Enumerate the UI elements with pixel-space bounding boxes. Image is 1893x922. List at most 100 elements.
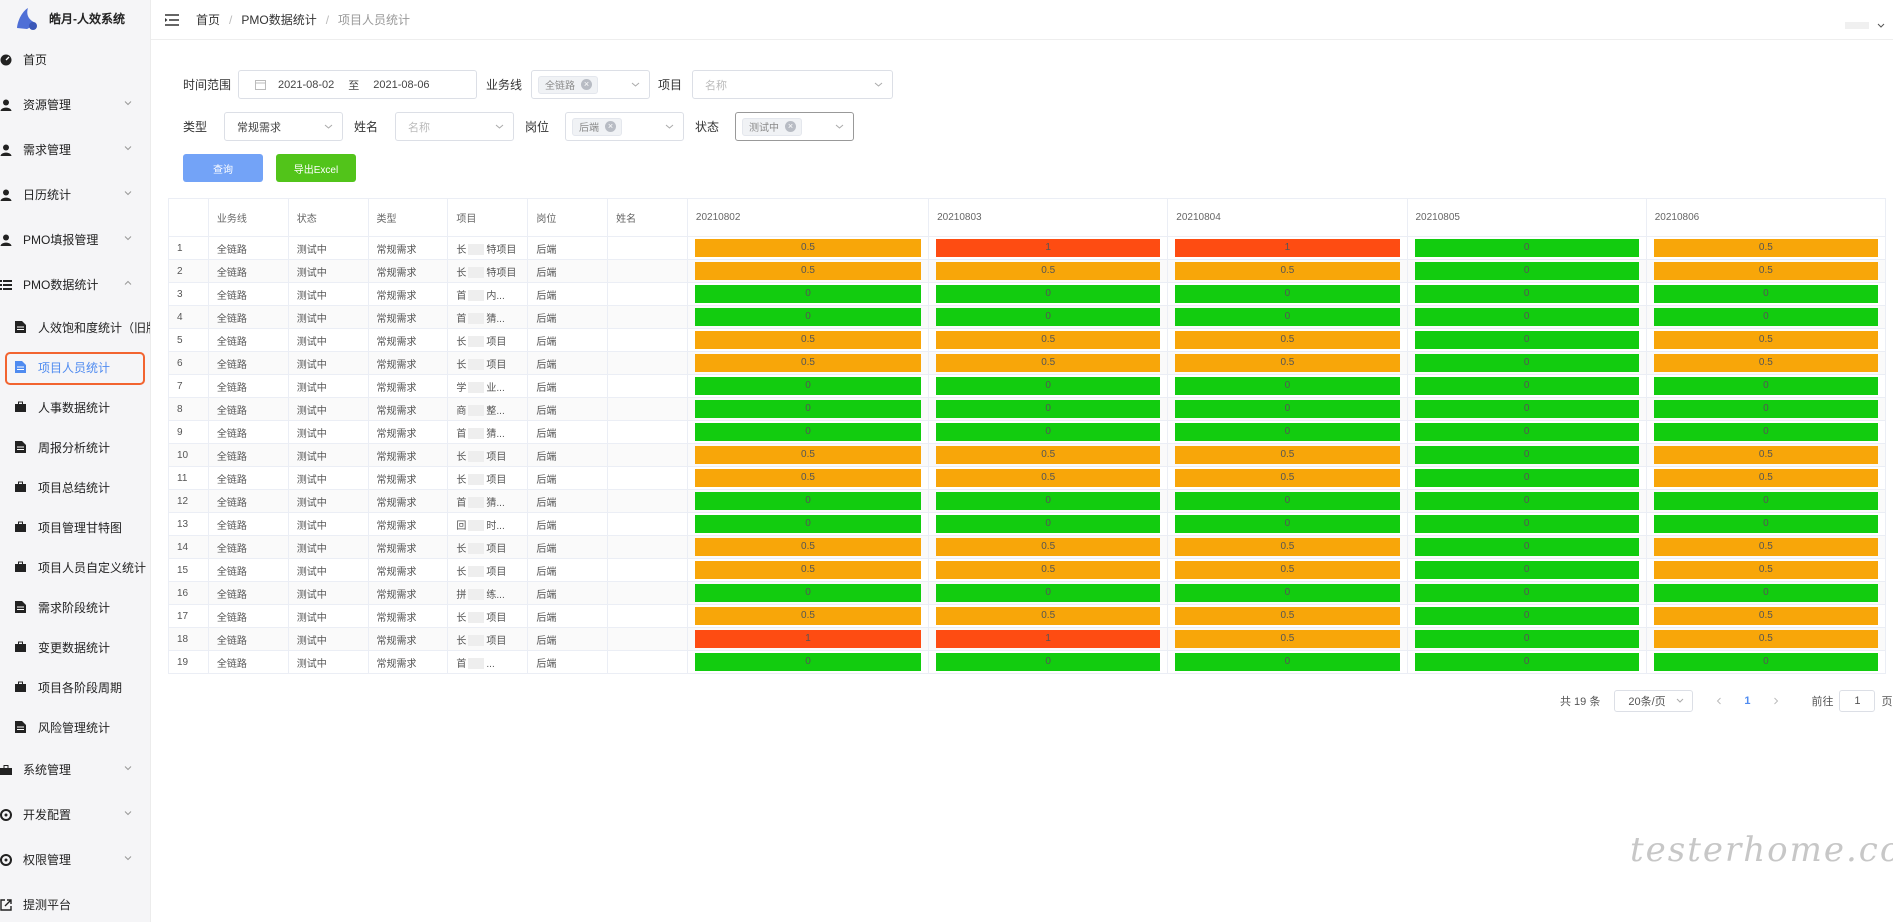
biz-line-tag: 全链路 ×: [538, 75, 598, 94]
menu-system-label: 系统管理: [23, 763, 72, 777]
menu-demand-label: 需求管理: [23, 143, 72, 157]
submenu-item[interactable]: 风险管理统计: [0, 707, 150, 747]
project-suffix: 猜...: [486, 428, 505, 440]
submenu-item[interactable]: 周报分析统计: [0, 427, 150, 467]
cell-status: 测试中: [287, 282, 369, 306]
cell-workload: 0.5: [686, 236, 930, 260]
file-icon: [15, 441, 26, 453]
type-select[interactable]: 常规需求: [224, 112, 343, 141]
redacted-block: [468, 313, 485, 325]
cell-workload: 0: [686, 489, 930, 513]
menu-calendar[interactable]: 日历统计: [0, 172, 150, 217]
menu-dev[interactable]: 开发配置: [0, 792, 150, 837]
submenu-item[interactable]: 变更数据统计: [0, 627, 150, 667]
submenu-item[interactable]: 项目总结统计: [0, 467, 150, 507]
cell-workload: 0.5: [1645, 535, 1887, 559]
page-number[interactable]: 1: [1744, 695, 1750, 707]
cell-workload: 0.5: [928, 466, 1169, 490]
workload-bar: 1: [1175, 239, 1400, 257]
menu-resource[interactable]: 资源管理: [0, 82, 150, 127]
cell-workload: 0.5: [686, 535, 930, 559]
briefcase-icon: [15, 521, 26, 533]
submenu-item[interactable]: 项目各阶段周期: [0, 667, 150, 707]
logo[interactable]: 皓月-人效系统: [0, 0, 150, 37]
table-header-row: 业务线 状态 类型 项目 岗位 姓名 20210802 20210803 20210804 202…: [168, 198, 1887, 237]
page-size-select[interactable]: 20条/页: [1614, 690, 1694, 712]
cell-status: 测试中: [287, 351, 369, 375]
submenu-item[interactable]: 人事数据统计: [0, 387, 150, 427]
workload-bar: 0: [1175, 653, 1400, 671]
cell-workload: 0.5: [1167, 627, 1408, 651]
column-header: 20210802: [686, 198, 930, 237]
tag-close-icon[interactable]: ×: [581, 79, 592, 90]
submenu-item[interactable]: 需求阶段统计: [0, 587, 150, 627]
workload-bar: 0: [936, 423, 1161, 441]
prev-page-icon[interactable]: [1715, 697, 1723, 705]
cell-post: 后端: [527, 305, 609, 329]
user-icon: [0, 234, 12, 246]
workload-bar: 0.5: [694, 607, 922, 625]
menu-pmo-fill[interactable]: PMO填报管理: [0, 217, 150, 262]
workload-bar: 0: [694, 584, 922, 602]
chevron-down-icon: [835, 124, 844, 129]
cell-project: 长 项目: [447, 558, 529, 582]
chevron-down-icon: [665, 124, 674, 129]
next-page-icon[interactable]: [1772, 697, 1780, 705]
cell-workload: 0: [1645, 489, 1887, 513]
menu-test[interactable]: 提测平台: [0, 882, 150, 922]
workload-bar: 0: [936, 584, 1161, 602]
menu-pmo-data[interactable]: PMO数据统计: [0, 262, 150, 307]
cell-workload: 0: [686, 650, 930, 674]
dashboard-icon: [0, 54, 12, 66]
menu-toggle-icon[interactable]: [165, 13, 179, 26]
workload-bar: 0.5: [936, 469, 1161, 487]
query-button[interactable]: 查询: [183, 154, 263, 182]
cell-workload: 0: [1406, 282, 1647, 306]
biz-line-select[interactable]: 全链路 ×: [531, 70, 650, 99]
status-select[interactable]: 测试中 ×: [735, 112, 854, 141]
redacted-block: [468, 635, 485, 647]
submenu-item-active[interactable]: 项目人员统计: [0, 347, 150, 387]
menu-perm[interactable]: 权限管理: [0, 837, 150, 882]
cell-project: 拼 练...: [447, 581, 529, 605]
date-range-picker[interactable]: 2021-08-02 至 2021-08-06: [238, 70, 477, 99]
cell-name: [607, 581, 688, 605]
cell-status: 测试中: [287, 650, 369, 674]
user-menu[interactable]: [1845, 18, 1885, 29]
cell-biz: 全链路: [207, 236, 289, 260]
cell-type: 常规需求: [367, 558, 449, 582]
cell-status: 测试中: [287, 604, 369, 628]
project-select[interactable]: 名称: [692, 70, 893, 99]
export-excel-button[interactable]: 导出Excel: [276, 154, 356, 182]
cell-workload: 0: [928, 581, 1169, 605]
workload-bar: 0: [1414, 423, 1639, 441]
tag-close-icon[interactable]: ×: [785, 121, 796, 132]
goto-input[interactable]: 1: [1839, 690, 1876, 712]
workload-bar: 0.5: [1653, 561, 1878, 579]
tag-close-icon[interactable]: ×: [605, 121, 616, 132]
cell-workload: 0.5: [1645, 558, 1887, 582]
breadcrumb-section[interactable]: PMO数据统计: [241, 11, 316, 28]
cell-type: 常规需求: [367, 420, 449, 444]
menu-system[interactable]: 系统管理: [0, 747, 150, 792]
cell-workload: 1: [686, 627, 930, 651]
menu-home[interactable]: 首页: [0, 37, 150, 82]
workload-bar: 0: [1414, 308, 1639, 326]
column-header: 20210804: [1167, 198, 1408, 237]
name-placeholder: 名称: [408, 121, 430, 134]
cell-status: 测试中: [287, 397, 369, 421]
breadcrumb-home[interactable]: 首页: [196, 11, 220, 28]
name-select[interactable]: 名称: [395, 112, 514, 141]
cell-workload: 0.5: [686, 466, 930, 490]
cell-workload: 0: [686, 581, 930, 605]
post-select[interactable]: 后端 ×: [565, 112, 684, 141]
workload-bar: 0: [1653, 515, 1878, 533]
submenu-label: 项目总结统计: [38, 480, 111, 495]
submenu-item[interactable]: 项目管理甘特图: [0, 507, 150, 547]
submenu-item[interactable]: 项目人员自定义统计: [0, 547, 150, 587]
workload-bar: 0: [1414, 262, 1639, 280]
menu-demand[interactable]: 需求管理: [0, 127, 150, 172]
submenu-item[interactable]: 人效饱和度统计（旧版: [0, 307, 150, 347]
cell-no: 17: [168, 604, 209, 628]
cell-project: 首 猜...: [447, 420, 529, 444]
